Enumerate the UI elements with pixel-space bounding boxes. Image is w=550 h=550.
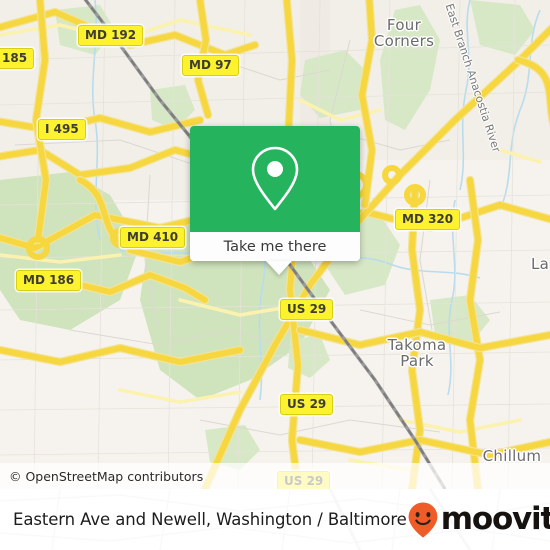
shield-md-186: MD 186 xyxy=(16,270,82,291)
shield-md-320: MD 320 xyxy=(395,209,461,230)
callout-cta[interactable]: Take me there xyxy=(190,232,360,261)
moovit-logo[interactable]: moovit xyxy=(407,501,550,539)
moovit-wordmark: moovit xyxy=(440,501,550,537)
map-attribution[interactable]: © OpenStreetMap contributors xyxy=(0,463,550,489)
moovit-smiley-pin-icon xyxy=(408,502,438,538)
shield-md-97: MD 97 xyxy=(182,55,239,76)
shield-us-29-a: US 29 xyxy=(280,299,334,320)
shield-md-410: MD 410 xyxy=(120,227,186,248)
attribution-text: © OpenStreetMap contributors xyxy=(9,468,204,484)
destination-callout[interactable]: Take me there xyxy=(190,126,360,275)
callout-card[interactable]: Take me there xyxy=(190,126,360,261)
callout-tail xyxy=(266,261,292,275)
callout-header xyxy=(190,126,360,232)
location-title: Eastern Ave and Newell, Washington / Bal… xyxy=(13,510,407,529)
map-pin-icon xyxy=(251,146,299,211)
page-footer: Eastern Ave and Newell, Washington / Bal… xyxy=(0,489,550,550)
shield-i-185: 185 xyxy=(0,48,35,69)
moovit-map-page: .bg{fill:#efeae4} .urban{fill:#f2efe9} .… xyxy=(0,0,550,550)
callout-cta-label: Take me there xyxy=(223,238,327,255)
shield-i-495: I 495 xyxy=(38,119,86,140)
shield-us-29-b: US 29 xyxy=(280,394,334,415)
shield-md-192: MD 192 xyxy=(78,25,144,46)
